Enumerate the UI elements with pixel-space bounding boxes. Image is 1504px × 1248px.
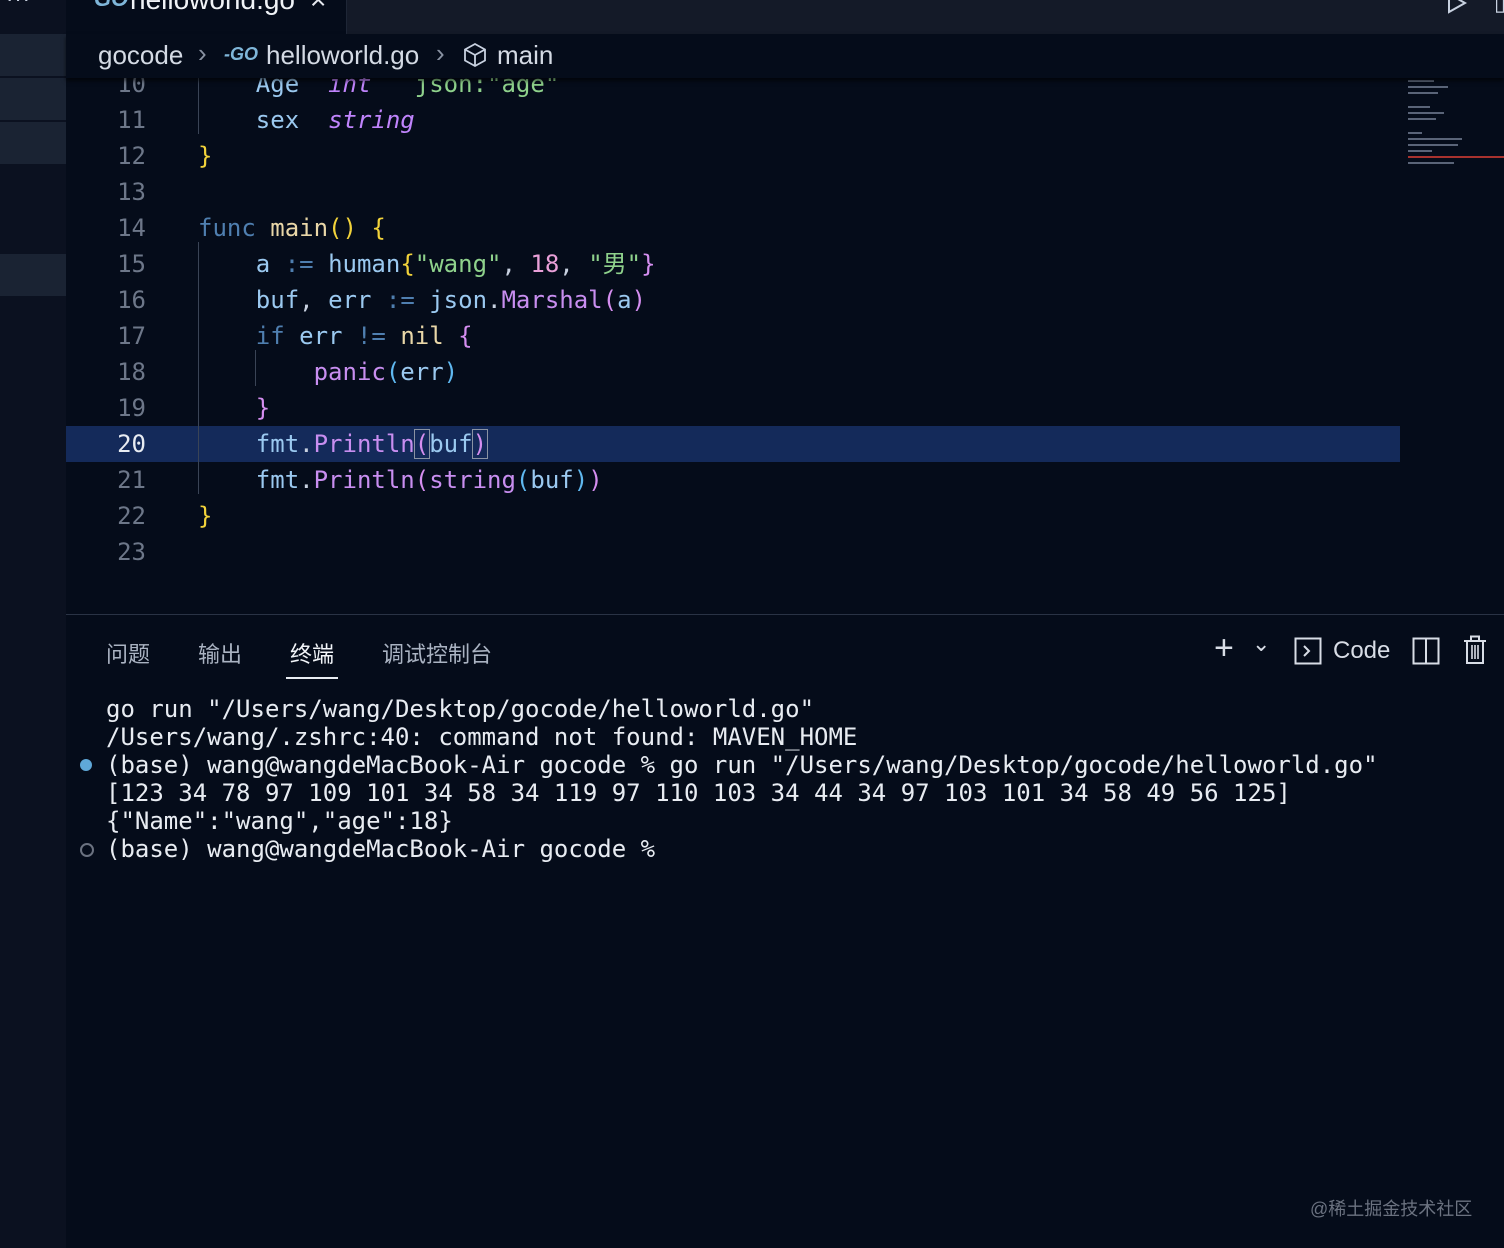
code-line[interactable]: 16 buf, err := json.Marshal(a) xyxy=(66,282,1400,318)
editor-tab[interactable]: GO helloworld.go × xyxy=(66,0,347,34)
symbol-cube-icon xyxy=(464,42,486,68)
line-number: 20 xyxy=(117,430,146,458)
line-number: 16 xyxy=(117,286,146,314)
tab-problems[interactable]: 问题 xyxy=(106,637,150,669)
code-line[interactable]: 10 Age int `json:"age"` xyxy=(66,78,1400,102)
code-editor[interactable]: 10 Age int `json:"age"` 11 sex string 12} 1… xyxy=(66,78,1504,614)
tab-bar: GO helloworld.go × ▯ xyxy=(66,0,1504,34)
code-line[interactable]: 19 } xyxy=(66,390,1400,426)
tab-debug-console[interactable]: 调试控制台 xyxy=(382,637,492,669)
code-line[interactable]: 15 a := human{"wang", 18, "男"} xyxy=(66,246,1400,282)
line-number: 13 xyxy=(117,178,146,206)
line-number: 11 xyxy=(117,106,146,134)
tab-terminal[interactable]: 终端 xyxy=(290,637,334,669)
activity-item[interactable] xyxy=(0,34,66,76)
terminal-line: go run "/Users/wang/Desktop/gocode/hello… xyxy=(106,695,815,723)
terminal-line: /Users/wang/.zshrc:40: command not found… xyxy=(106,723,858,751)
code-text: buf, err := json.Marshal(a) xyxy=(255,286,646,314)
watermark: @稀土掘金技术社区 xyxy=(1310,1199,1473,1219)
breadcrumb-symbol[interactable]: main xyxy=(497,40,553,71)
line-number: 23 xyxy=(117,538,146,566)
close-icon[interactable]: × xyxy=(310,0,326,16)
line-number: 19 xyxy=(117,394,146,422)
activity-item[interactable] xyxy=(0,254,66,296)
line-number: 18 xyxy=(117,358,146,386)
code-line[interactable]: 22} xyxy=(66,498,1400,534)
add-terminal-icon[interactable]: + xyxy=(1214,629,1234,668)
code-line[interactable]: 20 fmt.Println(buf) xyxy=(66,426,1400,462)
code-line[interactable]: 11 sex string xyxy=(66,102,1400,138)
code-text: } xyxy=(198,142,213,170)
code-line[interactable]: 12} xyxy=(66,138,1400,174)
breadcrumb: gocode › -GO helloworld.go › main xyxy=(66,34,1504,78)
line-number: 14 xyxy=(117,214,146,242)
terminal-line: {"Name":"wang","age":18} xyxy=(106,807,453,835)
code-text: } xyxy=(255,394,271,422)
code-text: } xyxy=(198,502,213,530)
line-number: 21 xyxy=(117,466,146,494)
breadcrumb-file[interactable]: helloworld.go xyxy=(266,40,419,71)
chevron-down-icon[interactable]: ⌄ xyxy=(1252,631,1270,657)
code-text: fmt.Println(string(buf)) xyxy=(255,466,603,494)
code-text: sex string xyxy=(255,106,415,134)
active-tab-indicator xyxy=(286,677,338,679)
code-line[interactable]: 18 panic(err) xyxy=(66,354,1400,390)
line-number: 10 xyxy=(117,78,146,98)
terminal-output[interactable]: go run "/Users/wang/Desktop/gocode/hello… xyxy=(80,695,1378,863)
minimap[interactable] xyxy=(1400,78,1504,614)
chevron-right-icon: › xyxy=(198,38,207,68)
activity-item[interactable] xyxy=(0,78,66,120)
code-text: panic(err) xyxy=(313,358,459,386)
run-icon[interactable] xyxy=(1446,0,1468,14)
split-editor-icon[interactable]: ▯ xyxy=(1494,0,1504,16)
line-number: 15 xyxy=(117,250,146,278)
bottom-panel: 问题 输出 终端 调试控制台 + ⌄ Code go run "/Users/w… xyxy=(66,614,1504,1248)
line-number: 17 xyxy=(117,322,146,350)
code-line[interactable]: 17 if err != nil { xyxy=(66,318,1400,354)
code-text: Age int `json:"age"` xyxy=(255,78,574,98)
terminal-line: (base) wang@wangdeMacBook-Air gocode % xyxy=(80,835,1378,863)
terminal-name[interactable]: Code xyxy=(1333,637,1390,665)
command-pending-dot-icon[interactable] xyxy=(80,843,94,857)
code-line[interactable]: 13 xyxy=(66,174,1400,210)
activity-bar: ··· xyxy=(0,0,66,1248)
line-number: 12 xyxy=(117,142,146,170)
breadcrumb-folder[interactable]: gocode xyxy=(98,40,183,71)
line-number: 22 xyxy=(117,502,146,530)
chevron-right-icon: › xyxy=(436,38,445,68)
indent-guide xyxy=(255,350,256,386)
indent-guide xyxy=(198,78,199,134)
code-text: fmt.Println(buf) xyxy=(255,429,489,459)
go-file-icon: GO xyxy=(94,0,128,12)
terminal-line: [123 34 78 97 109 101 34 58 34 119 97 11… xyxy=(106,779,1291,807)
code-text: func main() { xyxy=(198,214,386,242)
go-file-icon: -GO xyxy=(224,44,258,64)
trash-icon[interactable] xyxy=(1462,635,1488,665)
terminal-icon[interactable] xyxy=(1294,637,1322,665)
more-icon[interactable]: ··· xyxy=(6,0,31,12)
command-success-dot-icon[interactable] xyxy=(80,759,92,771)
code-line[interactable]: 23 xyxy=(66,534,1400,570)
code-text: if err != nil { xyxy=(255,322,473,350)
code-line[interactable]: 21 fmt.Println(string(buf)) xyxy=(66,462,1400,498)
activity-item[interactable] xyxy=(0,122,66,164)
code-line[interactable]: 14 func main() { xyxy=(66,210,1400,246)
indent-guide xyxy=(198,242,199,494)
terminal-line: (base) wang@wangdeMacBook-Air gocode % g… xyxy=(80,751,1378,779)
tab-output[interactable]: 输出 xyxy=(198,637,242,669)
tab-label: helloworld.go xyxy=(130,0,295,16)
code-text: a := human{"wang", 18, "男"} xyxy=(255,250,656,278)
split-terminal-icon[interactable] xyxy=(1412,637,1440,665)
